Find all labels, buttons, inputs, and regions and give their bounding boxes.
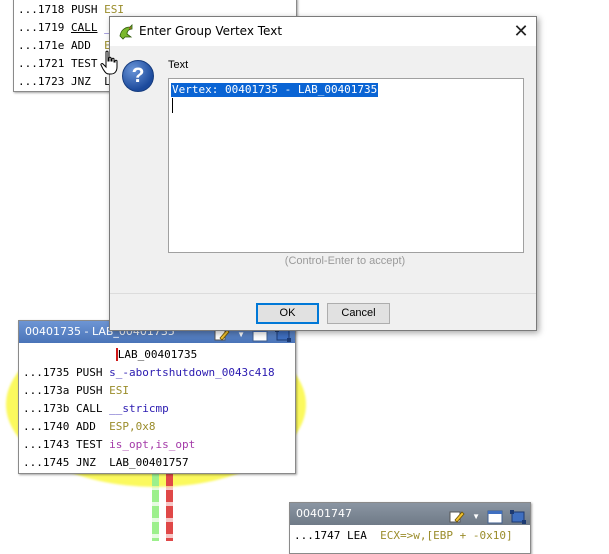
dropdown-arrow-icon[interactable]: ▼ xyxy=(472,506,480,525)
code-row: ...1747 LEA ECX=>w,[EBP + -0x10] xyxy=(294,529,513,542)
dialog-body: ? Text Vertex: 00401735 - LAB_00401735 (… xyxy=(110,46,536,293)
accept-hint: (Control-Enter to accept) xyxy=(284,255,406,267)
question-icon: ? xyxy=(122,60,154,92)
hand-cursor-icon xyxy=(100,50,118,75)
code-row: ...1743 TEST is_opt,is_opt xyxy=(23,438,196,451)
dialog-titlebar[interactable]: Enter Group Vertex Text ✕ xyxy=(110,17,536,46)
cancel-button[interactable]: Cancel xyxy=(327,303,390,324)
main-vertex[interactable]: 00401735 - LAB_00401735 ▼ LAB_00401735 .… xyxy=(18,320,296,474)
code-row: ...173b CALL __stricmp xyxy=(23,402,169,415)
text-caret xyxy=(172,98,173,113)
dialog-title: Enter Group Vertex Text xyxy=(139,24,283,38)
text-field-label: Text xyxy=(168,59,189,71)
code-row: ...173a PUSH ESI xyxy=(23,384,129,397)
main-vertex-listing: LAB_00401735 ...1735 PUSH s_-abortshutdo… xyxy=(19,343,295,472)
edge-red xyxy=(166,474,173,541)
bottom-vertex[interactable]: 00401747 ▼ ...1747 LEA ECX=>w,[EBP + -0x… xyxy=(289,502,531,554)
code-row: ...1740 ADD ESP,0x8 xyxy=(23,420,156,433)
edit-icon[interactable] xyxy=(449,510,465,524)
ok-button[interactable]: OK xyxy=(256,303,319,324)
code-row: ...1745 JNZ LAB_00401757 xyxy=(23,456,189,469)
bottom-vertex-header[interactable]: 00401747 ▼ xyxy=(290,503,530,525)
edge-green xyxy=(152,474,159,541)
ghidra-dragon-icon xyxy=(119,24,133,40)
selected-text: Vertex: 00401735 - LAB_00401735 xyxy=(171,83,379,97)
full-window-icon[interactable] xyxy=(487,510,503,524)
enter-group-vertex-text-dialog[interactable]: Enter Group Vertex Text ✕ ? Text Vertex:… xyxy=(109,16,537,331)
bottom-vertex-title: 00401747 xyxy=(296,507,352,520)
bottom-vertex-listing: ...1747 LEA ECX=>w,[EBP + -0x10] xyxy=(290,525,530,545)
close-icon[interactable]: ✕ xyxy=(506,17,536,46)
code-row: ...1735 PUSH s_-abortshutdown_0043c418 xyxy=(23,366,275,379)
code-row-label: LAB_00401735 xyxy=(115,348,198,361)
vertex-text-area[interactable]: Vertex: 00401735 - LAB_00401735 xyxy=(168,78,524,253)
dialog-footer: OK Cancel xyxy=(110,293,536,331)
group-icon[interactable] xyxy=(510,510,526,524)
